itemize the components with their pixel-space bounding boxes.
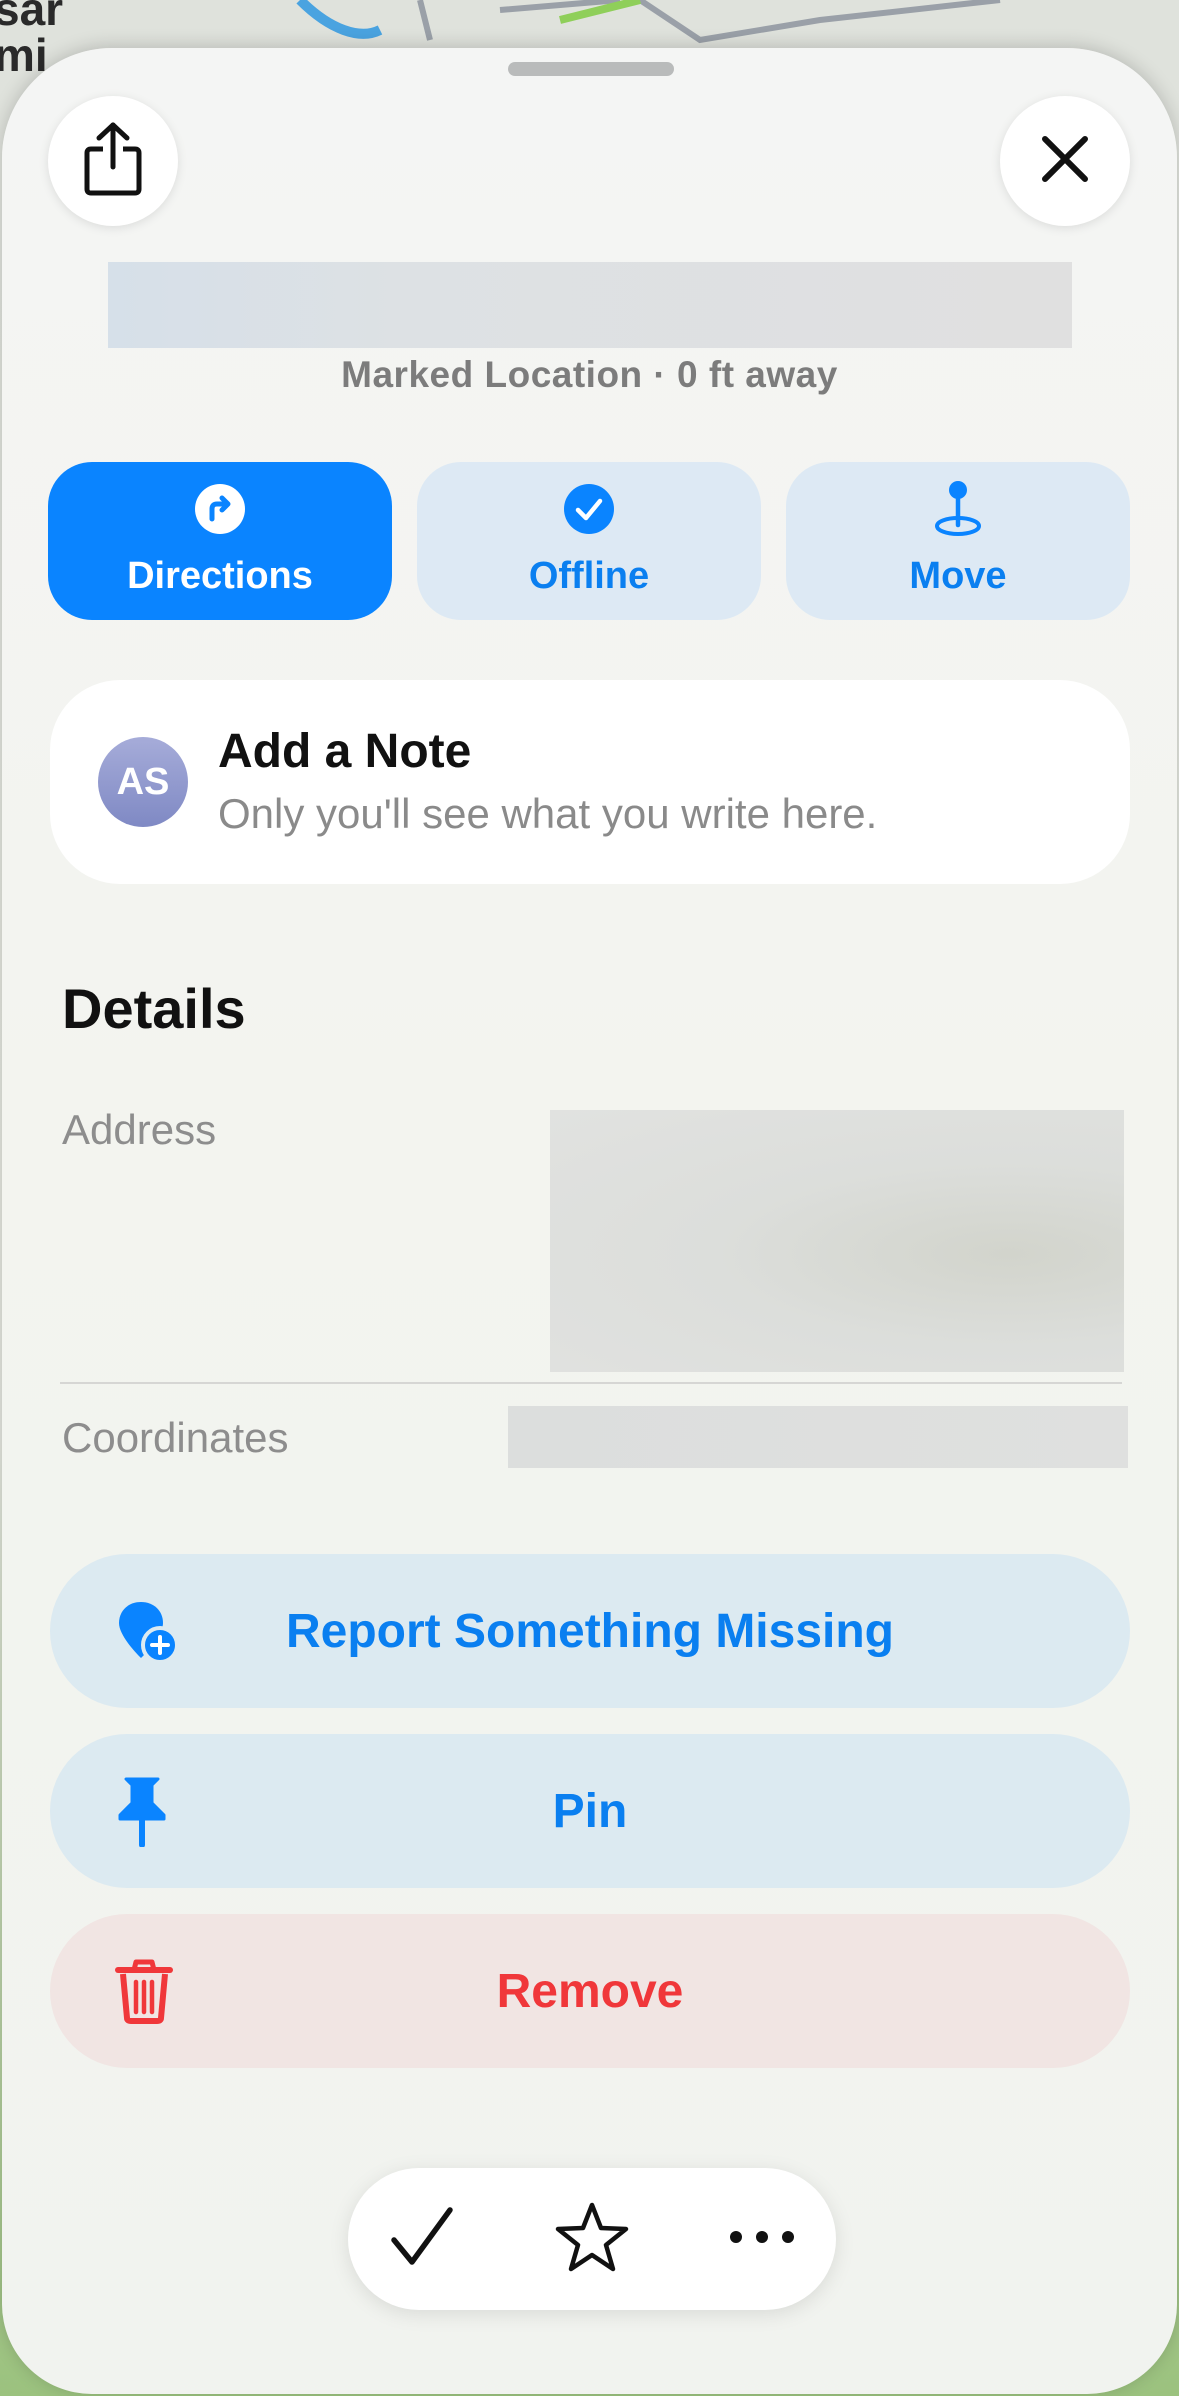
report-missing-label: Report Something Missing [285, 1604, 894, 1658]
avatar: AS [98, 737, 188, 827]
trash-icon [114, 1914, 174, 2068]
details-heading: Details [62, 977, 246, 1040]
place-subtitle: Marked Location · 0 ft away [341, 354, 838, 395]
directions-icon [194, 483, 246, 545]
remove-button[interactable]: Remove [50, 1914, 1130, 2068]
move-label: Move [909, 554, 1007, 597]
close-icon [1039, 133, 1091, 190]
note-title: Add a Note [218, 725, 472, 778]
favorite-button[interactable] [532, 2168, 652, 2310]
location-plus-icon [114, 1554, 180, 1708]
add-note-card[interactable]: AS Add a Note Only you'll see what you w… [50, 680, 1130, 884]
offline-label: Offline [528, 554, 650, 597]
pin-button[interactable]: Pin [50, 1734, 1130, 1888]
directions-label: Directions [127, 554, 313, 597]
divider [60, 1382, 1122, 1384]
share-button[interactable] [48, 96, 178, 226]
move-pin-icon [932, 479, 984, 549]
visited-button[interactable] [362, 2168, 482, 2310]
checkmark-icon [390, 2206, 454, 2273]
address-value-redacted[interactable] [550, 1110, 1124, 1372]
close-button[interactable] [1000, 96, 1130, 226]
place-card-sheet: Marked Location · 0 ft away Directions O… [2, 48, 1177, 2394]
coordinates-value-redacted[interactable] [508, 1406, 1128, 1468]
more-icon [729, 2230, 795, 2249]
move-button[interactable]: Move [786, 462, 1130, 620]
star-icon [554, 2201, 630, 2278]
offline-button[interactable]: Offline [417, 462, 761, 620]
place-title-redacted [108, 262, 1072, 348]
remove-label: Remove [496, 1964, 684, 2018]
share-icon [81, 121, 145, 202]
pin-icon [114, 1734, 170, 1888]
note-hint: Only you'll see what you write here. [218, 790, 878, 837]
pin-label: Pin [552, 1784, 628, 1838]
coordinates-label: Coordinates [62, 1414, 289, 1461]
more-button[interactable] [702, 2168, 822, 2310]
bottom-toolbar [348, 2168, 836, 2310]
checkmark-circle-icon [563, 483, 615, 545]
report-missing-button[interactable]: Report Something Missing [50, 1554, 1130, 1708]
sheet-grabber[interactable] [508, 62, 674, 76]
directions-button[interactable]: Directions [48, 462, 392, 620]
address-label: Address [62, 1106, 217, 1153]
